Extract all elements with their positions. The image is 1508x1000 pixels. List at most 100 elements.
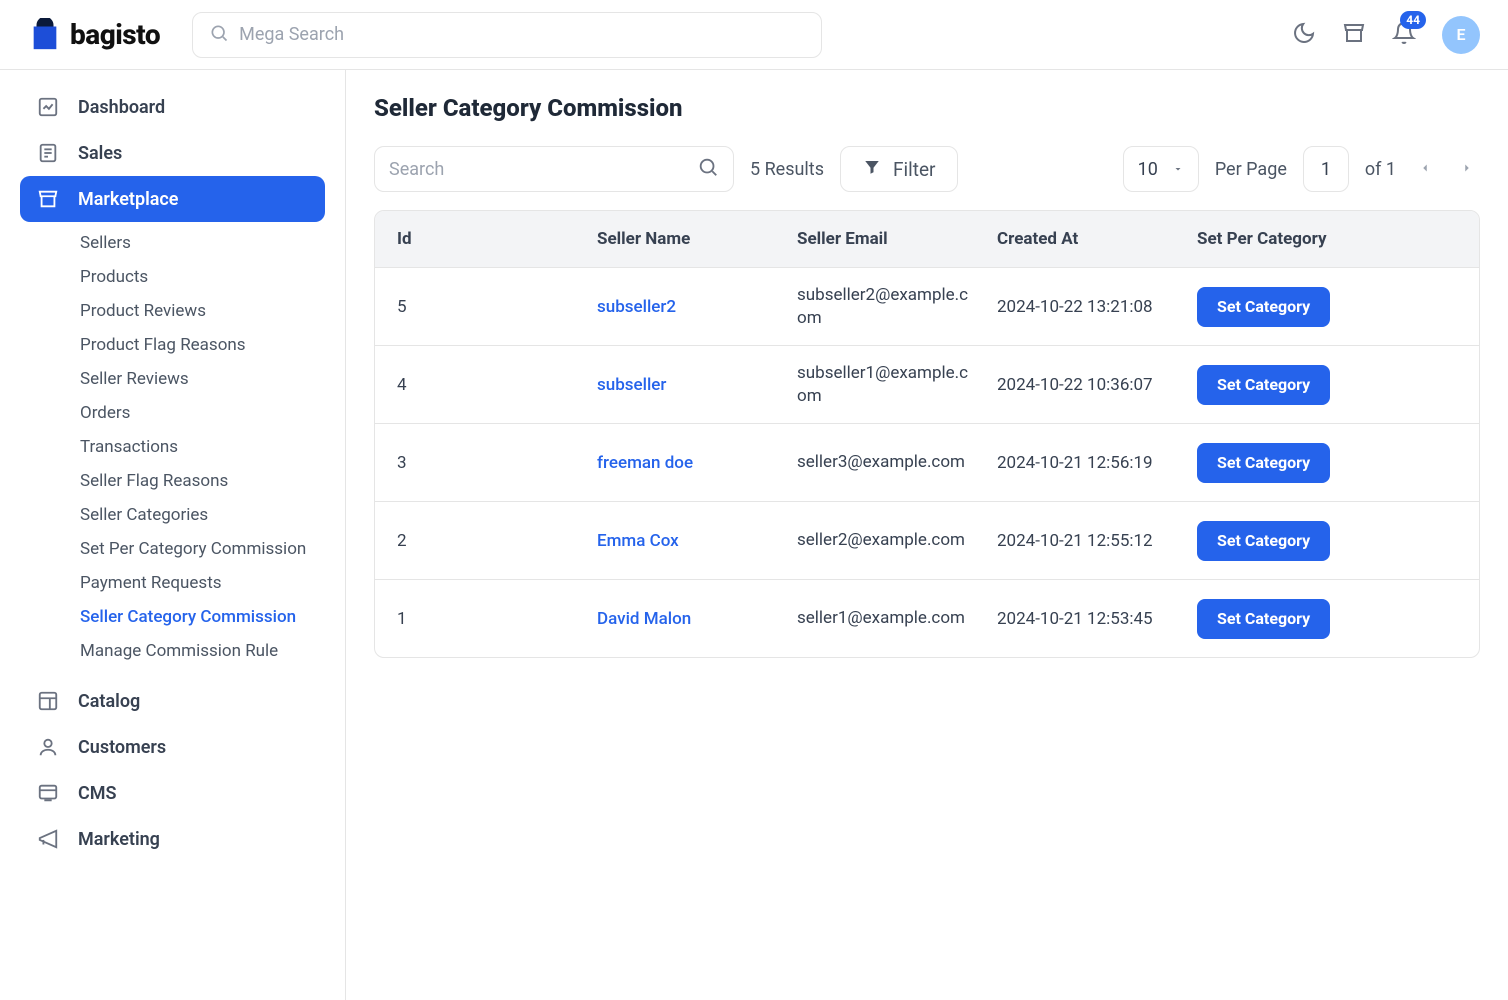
cell-id: 5	[397, 297, 597, 317]
dark-mode-toggle[interactable]	[1292, 21, 1316, 49]
notifications-button[interactable]: 44	[1392, 21, 1416, 49]
sidebar-item-sales[interactable]: Sales	[20, 130, 325, 176]
data-table: Id Seller Name Seller Email Created At S…	[374, 210, 1480, 658]
subnav-transactions[interactable]: Transactions	[20, 430, 325, 464]
cell-seller-name[interactable]: David Malon	[597, 609, 797, 629]
cell-seller-name[interactable]: subseller	[597, 375, 797, 395]
avatar-initial: E	[1456, 25, 1465, 44]
mega-search-input[interactable]	[239, 24, 805, 45]
notification-badge: 44	[1400, 11, 1426, 29]
th-action: Set Per Category	[1197, 229, 1457, 249]
subnav-manage-commission-rule[interactable]: Manage Commission Rule	[20, 634, 325, 668]
cms-icon	[36, 781, 60, 805]
marketplace-submenu: Sellers Products Product Reviews Product…	[20, 222, 325, 678]
subnav-seller-category-commission[interactable]: Seller Category Commission	[20, 600, 325, 634]
cell-created-at: 2024-10-21 12:56:19	[997, 453, 1197, 473]
subnav-sellers[interactable]: Sellers	[20, 226, 325, 260]
sidebar-item-catalog[interactable]: Catalog	[20, 678, 325, 724]
cell-created-at: 2024-10-21 12:53:45	[997, 609, 1197, 629]
topbar: bagisto 44 E	[0, 0, 1508, 70]
table-header: Id Seller Name Seller Email Created At S…	[375, 211, 1479, 267]
avatar[interactable]: E	[1442, 16, 1480, 54]
cell-id: 2	[397, 531, 597, 551]
table-search[interactable]	[374, 146, 734, 192]
cell-created-at: 2024-10-22 10:36:07	[997, 375, 1197, 395]
marketing-icon	[36, 827, 60, 851]
cell-seller-name[interactable]: freeman doe	[597, 453, 797, 473]
perpage-select[interactable]: 10	[1123, 146, 1199, 192]
sidebar-item-marketing[interactable]: Marketing	[20, 816, 325, 862]
cell-id: 1	[397, 609, 597, 629]
page-input[interactable]	[1303, 146, 1349, 192]
cell-action: Set Category	[1197, 521, 1457, 561]
subnav-orders[interactable]: Orders	[20, 396, 325, 430]
cell-created-at: 2024-10-22 13:21:08	[997, 297, 1197, 317]
cell-created-at: 2024-10-21 12:55:12	[997, 531, 1197, 551]
th-seller-name[interactable]: Seller Name	[597, 229, 797, 249]
sidebar-item-label: Sales	[78, 143, 122, 164]
topbar-actions: 44 E	[1292, 16, 1480, 54]
th-seller-email[interactable]: Seller Email	[797, 229, 997, 249]
sidebar-item-label: Marketplace	[78, 189, 179, 210]
table-row: 3freeman doeseller3@example.com2024-10-2…	[375, 423, 1479, 501]
table-row: 5subseller2subseller2@example.com2024-10…	[375, 267, 1479, 345]
table-search-input[interactable]	[389, 159, 697, 180]
sidebar-item-label: Customers	[78, 737, 166, 758]
page-of: of 1	[1365, 159, 1396, 180]
cell-seller-email: subseller2@example.com	[797, 284, 997, 330]
subnav-seller-flag-reasons[interactable]: Seller Flag Reasons	[20, 464, 325, 498]
cell-seller-email: seller3@example.com	[797, 451, 997, 474]
page-title: Seller Category Commission	[374, 94, 1480, 122]
cell-seller-name[interactable]: Emma Cox	[597, 531, 797, 551]
sidebar-item-dashboard[interactable]: Dashboard	[20, 84, 325, 130]
sidebar-item-customers[interactable]: Customers	[20, 724, 325, 770]
search-icon	[697, 156, 719, 182]
cell-seller-email: subseller1@example.com	[797, 362, 997, 408]
filter-icon	[863, 158, 881, 181]
th-created-at[interactable]: Created At	[997, 229, 1197, 249]
search-icon	[209, 23, 229, 47]
store-icon[interactable]	[1342, 21, 1366, 49]
sidebar-item-label: Marketing	[78, 829, 160, 850]
next-page-button[interactable]	[1454, 154, 1480, 185]
perpage-value: 10	[1138, 159, 1158, 180]
cell-action: Set Category	[1197, 287, 1457, 327]
th-id[interactable]: Id	[397, 229, 597, 249]
mega-search[interactable]	[192, 12, 822, 58]
bag-icon	[28, 18, 62, 52]
table-row: 4subsellersubseller1@example.com2024-10-…	[375, 345, 1479, 423]
subnav-product-reviews[interactable]: Product Reviews	[20, 294, 325, 328]
logo[interactable]: bagisto	[28, 18, 160, 52]
perpage-label: Per Page	[1215, 159, 1287, 180]
dashboard-icon	[36, 95, 60, 119]
sidebar-item-label: Catalog	[78, 691, 140, 712]
marketplace-icon	[36, 187, 60, 211]
filter-button[interactable]: Filter	[840, 146, 958, 192]
subnav-product-flag-reasons[interactable]: Product Flag Reasons	[20, 328, 325, 362]
set-category-button[interactable]: Set Category	[1197, 599, 1330, 639]
cell-action: Set Category	[1197, 365, 1457, 405]
customers-icon	[36, 735, 60, 759]
set-category-button[interactable]: Set Category	[1197, 365, 1330, 405]
cell-action: Set Category	[1197, 599, 1457, 639]
subnav-products[interactable]: Products	[20, 260, 325, 294]
main-content: Seller Category Commission 5 Results Fil…	[345, 70, 1508, 1000]
chevron-down-icon	[1172, 159, 1184, 180]
subnav-seller-reviews[interactable]: Seller Reviews	[20, 362, 325, 396]
sales-icon	[36, 141, 60, 165]
set-category-button[interactable]: Set Category	[1197, 521, 1330, 561]
subnav-payment-requests[interactable]: Payment Requests	[20, 566, 325, 600]
sidebar-item-label: Dashboard	[78, 97, 165, 118]
set-category-button[interactable]: Set Category	[1197, 287, 1330, 327]
subnav-seller-categories[interactable]: Seller Categories	[20, 498, 325, 532]
table-row: 1David Malonseller1@example.com2024-10-2…	[375, 579, 1479, 657]
subnav-set-per-category-commission[interactable]: Set Per Category Commission	[20, 532, 325, 566]
cell-action: Set Category	[1197, 443, 1457, 483]
prev-page-button[interactable]	[1412, 154, 1438, 185]
catalog-icon	[36, 689, 60, 713]
cell-seller-name[interactable]: subseller2	[597, 297, 797, 317]
sidebar-item-cms[interactable]: CMS	[20, 770, 325, 816]
results-count: 5 Results	[750, 159, 824, 180]
set-category-button[interactable]: Set Category	[1197, 443, 1330, 483]
sidebar-item-marketplace[interactable]: Marketplace	[20, 176, 325, 222]
